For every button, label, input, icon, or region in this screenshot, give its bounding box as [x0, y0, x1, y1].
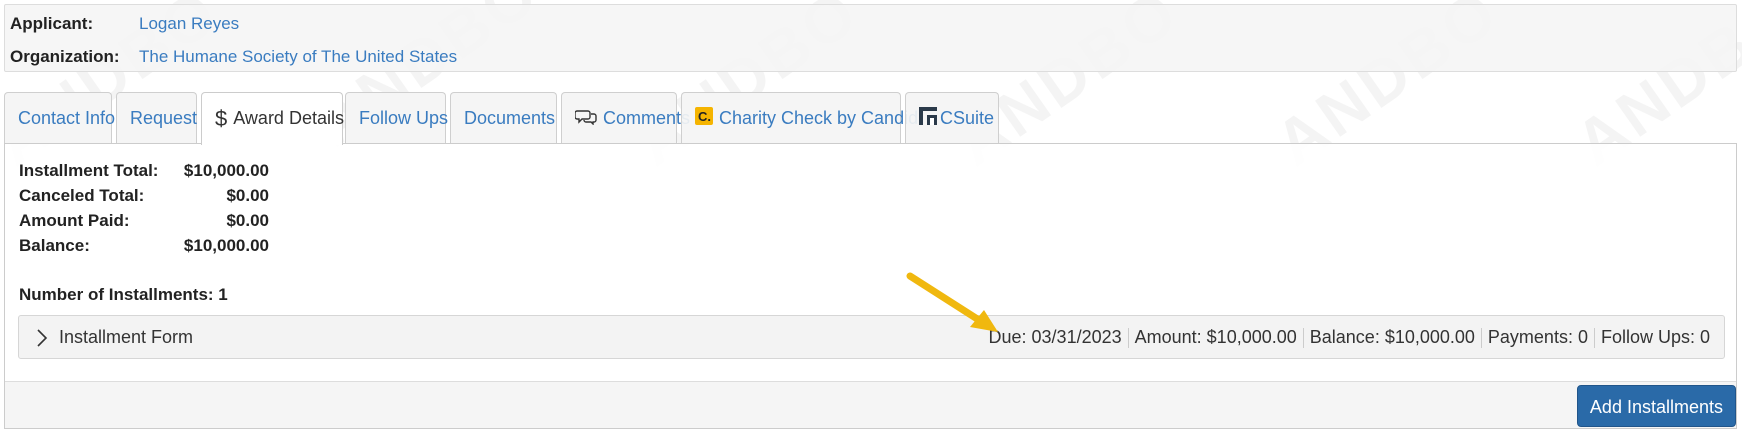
applicant-link[interactable]: Logan Reyes [139, 13, 239, 35]
divider [1480, 328, 1482, 349]
installment-follow-ups: Follow Ups: 0 [1600, 327, 1710, 347]
installment-total-value: $10,000.00 [183, 161, 269, 180]
installment-amount: Amount: $10,000.00 [1134, 327, 1297, 347]
chevron-right-icon[interactable] [33, 328, 51, 348]
installment-total-row: Installment Total: $10,000.00 [19, 158, 269, 183]
applicant-label: Applicant: [10, 14, 94, 33]
installment-balance: Balance: $10,000.00 [1309, 327, 1475, 347]
tab-label: Award Details [233, 108, 344, 128]
comments-icon [574, 94, 597, 144]
tab-label: Request [130, 108, 198, 128]
balance-row: Balance: $10,000.00 [19, 233, 269, 258]
canceled-total-row: Canceled Total: $0.00 [19, 183, 269, 208]
tab-label: CSuite [940, 108, 995, 128]
organization-label: Organization: [10, 47, 120, 66]
panel-footer: Add Installments [5, 381, 1736, 428]
canceled-total-value: $0.00 [226, 186, 269, 205]
candid-logo-icon: C. [695, 94, 713, 144]
canceled-total-label: Canceled Total: [19, 186, 145, 205]
tab-label: Documents [464, 108, 556, 128]
add-installments-button[interactable]: Add Installments [1576, 385, 1736, 427]
svg-text:C.: C. [698, 109, 711, 124]
organization-link[interactable]: The Humane Society of The United States [139, 46, 457, 68]
installment-payments: Payments: 0 [1487, 327, 1588, 347]
divider [1302, 328, 1304, 349]
tab-label: Charity Check by Candid [719, 108, 919, 128]
tab-label: Contact Info [18, 108, 116, 128]
balance-label: Balance: [19, 236, 90, 255]
tab-request[interactable]: Request [116, 92, 197, 143]
balance-value: $10,000.00 [183, 236, 269, 255]
applicant-header: Applicant: Logan Reyes Organization: The… [4, 4, 1737, 72]
installment-meta: Due: 03/31/2023 Amount: $10,000.00 Balance… [989, 316, 1710, 358]
tab-charity-check[interactable]: C. Charity Check by Candid [681, 92, 918, 144]
installment-total-label: Installment Total: [19, 161, 159, 180]
number-of-installments: Number of Installments: 1 [19, 285, 228, 304]
installment-form-title: Installment Form [59, 327, 194, 347]
amount-paid-label: Amount Paid: [19, 211, 130, 230]
tab-award-details[interactable]: $ Award Details [201, 92, 344, 145]
tab-contact-info[interactable]: Contact Info [4, 92, 116, 143]
csuite-logo-icon [919, 94, 937, 144]
tab-label: Follow Ups [359, 108, 449, 128]
tab-follow-ups[interactable]: Follow Ups [345, 92, 449, 143]
tab-label: Comments [603, 108, 691, 128]
installment-due: Due: 03/31/2023 [988, 327, 1122, 347]
divider [1127, 328, 1129, 349]
award-details-panel: Installment Total: $10,000.00 Canceled T… [4, 143, 1737, 429]
dollar-icon: $ [215, 106, 228, 132]
amount-paid-value: $0.00 [226, 211, 269, 230]
tab-csuite[interactable]: CSuite [905, 92, 999, 143]
award-summary: Installment Total: $10,000.00 Canceled T… [19, 158, 269, 258]
amount-paid-row: Amount Paid: $0.00 [19, 208, 269, 233]
installment-form-row[interactable]: Installment Form Due: 03/31/2023 Amount: … [18, 315, 1725, 359]
divider [1593, 328, 1595, 349]
tab-documents[interactable]: Documents [450, 92, 557, 143]
tab-comments[interactable]: Comments [561, 92, 690, 144]
